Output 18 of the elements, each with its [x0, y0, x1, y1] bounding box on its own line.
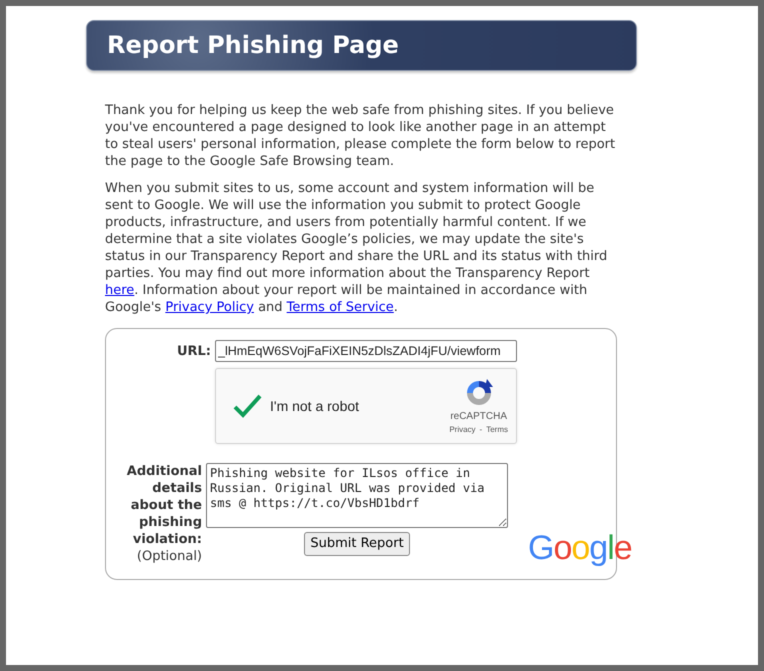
- details-field[interactable]: Phishing website for ILsos office in Russian. Original URL was provided via sms @ https://t.co/VbsHD1bdrf: [206, 463, 508, 528]
- link[interactable]: Privacy Policy: [165, 300, 254, 315]
- url-field[interactable]: _lHmEqW6SVojFaFiXEIN5zDlsZADI4jFU/viewform: [215, 340, 517, 362]
- privacy-link[interactable]: Privacy: [449, 424, 476, 436]
- details-label: Additional details about the phishing violation:: [126, 463, 202, 548]
- separator: -: [480, 424, 482, 436]
- recaptcha-brand: reCAPTCHA: [450, 410, 507, 424]
- submit-button[interactable]: Submit Report: [304, 532, 410, 556]
- link[interactable]: Terms of Service: [286, 300, 394, 315]
- recaptcha-label: I'm not a robot: [270, 396, 360, 416]
- google-logo: Google: [528, 531, 632, 565]
- terms-link[interactable]: Terms: [486, 424, 508, 436]
- page-title: Report Phishing Page: [86, 20, 637, 71]
- url-label: URL:: [176, 342, 211, 360]
- paragraph: When you submit sites to us, some account and system information will be sent to Google. We will use the information you submit to protect Google products, infrastructure, and users from potentially harmful content. If we determine that a site violates Google’s policies, we may update the site's status in our Transparency Report and share the URL and its status with third parties. You may find out more information about the Transparency Report here. Information about your report will be maintained in accordance with Google's Privacy Policy and Terms of Service.: [105, 180, 608, 316]
- paragraph: Thank you for helping us keep the web safe from phishing sites. If you believe you've encountered a page designed to look like another page in an attempt to steal users' personal information, please complete the form below to report the page to the Google Safe Browsing team.: [105, 102, 616, 170]
- link[interactable]: here: [105, 283, 134, 298]
- optional-label: (Optional): [136, 548, 202, 565]
